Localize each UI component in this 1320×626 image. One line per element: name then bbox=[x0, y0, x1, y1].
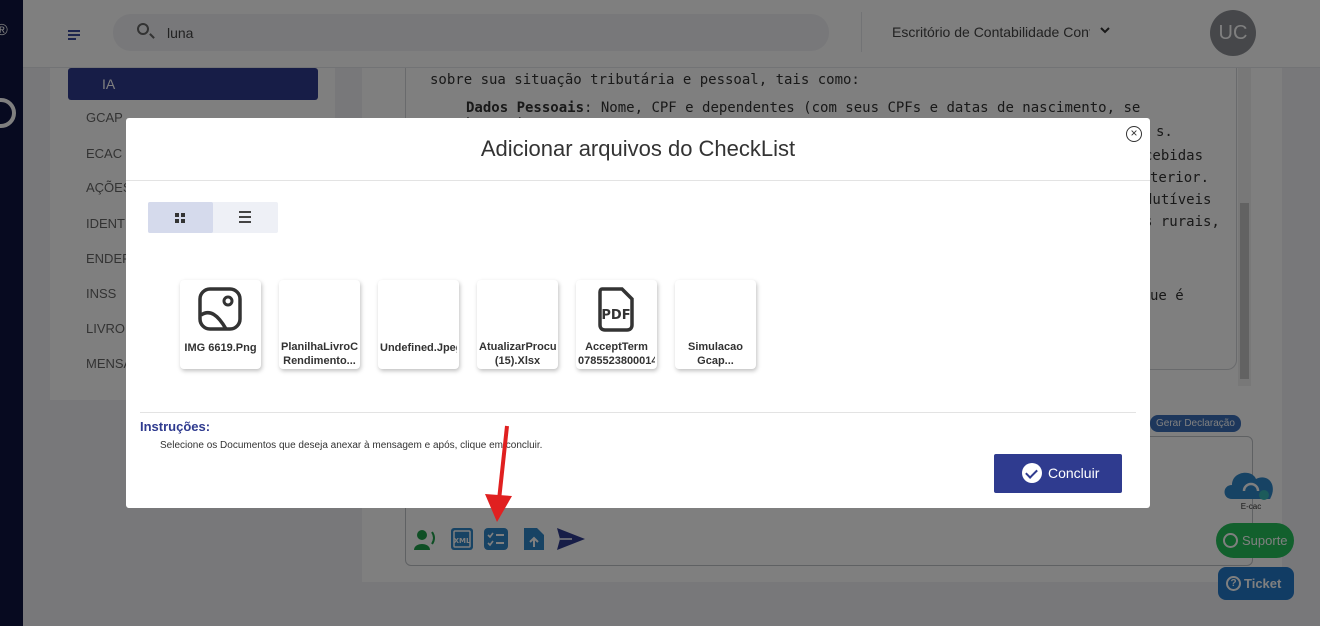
annotation-arrow-icon bbox=[485, 425, 512, 522]
